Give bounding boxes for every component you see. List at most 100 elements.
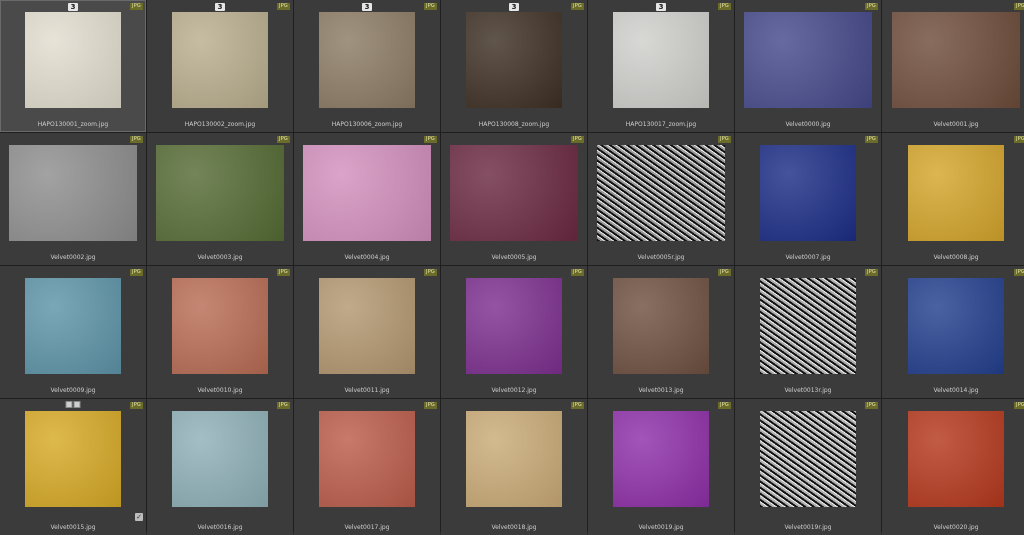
version-count-badge: 3 (215, 3, 225, 11)
filename-label: Velvet0018.jpg (491, 524, 537, 531)
thumbnail-cell[interactable]: JPG Velvet0001.jpg (882, 0, 1024, 132)
thumbnail-cell[interactable]: JPG Velvet0013.jpg (588, 266, 734, 398)
thumbnail-cell[interactable]: JPG Velvet0011.jpg (294, 266, 440, 398)
thumbnail-cell[interactable]: JPG Velvet0019.jpg (588, 399, 734, 535)
filename-label: Velvet0013r.jpg (784, 387, 832, 394)
filename-label: Velvet0013.jpg (638, 387, 684, 394)
file-type-badge: JPG (424, 136, 437, 143)
texture-thumbnail[interactable] (319, 12, 415, 108)
texture-thumbnail[interactable] (25, 12, 121, 108)
filename-label: HAPO130017_zoom.jpg (625, 121, 697, 128)
texture-thumbnail[interactable] (450, 145, 578, 241)
thumbnail-cell[interactable]: JPG Velvet0003.jpg (147, 133, 293, 265)
overlay-icons (65, 401, 81, 408)
file-type-badge: JPG (130, 3, 143, 10)
filename-label: HAPO130006_zoom.jpg (331, 121, 403, 128)
texture-thumbnail[interactable] (466, 278, 562, 374)
thumbnail-cell[interactable]: JPG 3 HAPO130017_zoom.jpg (588, 0, 734, 132)
texture-thumbnail[interactable] (613, 12, 709, 108)
filename-label: Velvet0019.jpg (638, 524, 684, 531)
filename-label: Velvet0016.jpg (197, 524, 243, 531)
filename-label: Velvet0005.jpg (491, 254, 537, 261)
texture-thumbnail[interactable] (25, 411, 121, 507)
thumbnail-cell[interactable]: JPG 3 HAPO130008_zoom.jpg (441, 0, 587, 132)
thumbnail-cell[interactable]: JPG 3 HAPO130001_zoom.jpg (0, 0, 146, 132)
file-type-badge: JPG (1014, 3, 1024, 10)
file-type-badge: JPG (1014, 269, 1024, 276)
file-type-badge: JPG (130, 136, 143, 143)
thumbnail-cell[interactable]: JPG Velvet0008.jpg (882, 133, 1024, 265)
thumbnail-cell[interactable]: JPG 3 HAPO130002_zoom.jpg (147, 0, 293, 132)
version-count-badge: 3 (656, 3, 666, 11)
filename-label: Velvet0004.jpg (344, 254, 390, 261)
filename-label: Velvet0003.jpg (197, 254, 243, 261)
filename-label: Velvet0008.jpg (933, 254, 979, 261)
filename-label: Velvet0010.jpg (197, 387, 243, 394)
version-count-badge: 3 (362, 3, 372, 11)
file-type-badge: JPG (424, 402, 437, 409)
thumbnail-cell[interactable]: JPG Velvet0005.jpg (441, 133, 587, 265)
texture-thumbnail[interactable] (908, 278, 1004, 374)
file-type-badge: JPG (277, 3, 290, 10)
texture-thumbnail[interactable] (597, 145, 725, 241)
file-type-badge: JPG (571, 3, 584, 10)
thumbnail-cell[interactable]: JPG Velvet0010.jpg (147, 266, 293, 398)
version-count-badge: 3 (509, 3, 519, 11)
grid-view-icon[interactable] (65, 401, 73, 408)
thumbnail-cell[interactable]: JPG Velvet0004.jpg (294, 133, 440, 265)
file-type-badge: JPG (277, 136, 290, 143)
filename-label: Velvet0011.jpg (344, 387, 390, 394)
thumbnail-cell[interactable]: JPG Velvet0000.jpg (735, 0, 881, 132)
texture-thumbnail[interactable] (908, 145, 1004, 241)
texture-thumbnail[interactable] (892, 12, 1020, 108)
filename-label: Velvet0005r.jpg (637, 254, 685, 261)
thumbnail-cell[interactable]: JPG Velvet0013r.jpg (735, 266, 881, 398)
file-type-badge: JPG (130, 269, 143, 276)
thumbnail-cell[interactable]: JPG Velvet0007.jpg (735, 133, 881, 265)
texture-thumbnail[interactable] (760, 278, 856, 374)
texture-thumbnail[interactable] (303, 145, 431, 241)
file-type-badge: JPG (1014, 136, 1024, 143)
filename-label: HAPO130008_zoom.jpg (478, 121, 550, 128)
texture-thumbnail[interactable] (172, 278, 268, 374)
texture-thumbnail[interactable] (466, 411, 562, 507)
texture-thumbnail[interactable] (172, 12, 268, 108)
thumbnail-cell[interactable]: JPG Velvet0018.jpg (441, 399, 587, 535)
edit-icon[interactable] (73, 401, 81, 408)
thumbnail-cell[interactable]: JPG Velvet0005r.jpg (588, 133, 734, 265)
file-type-badge: JPG (424, 3, 437, 10)
texture-thumbnail[interactable] (319, 411, 415, 507)
file-type-badge: JPG (1014, 402, 1024, 409)
thumbnail-cell[interactable]: JPG Velvet0020.jpg (882, 399, 1024, 535)
texture-thumbnail[interactable] (466, 12, 562, 108)
thumbnail-cell[interactable]: JPG Velvet0014.jpg (882, 266, 1024, 398)
thumbnail-cell[interactable]: JPG Velvet0009.jpg (0, 266, 146, 398)
file-type-badge: JPG (718, 269, 731, 276)
thumbnail-cell[interactable]: JPG Velvet0002.jpg (0, 133, 146, 265)
texture-thumbnail[interactable] (172, 411, 268, 507)
thumbnail-cell[interactable]: JPG Velvet0019r.jpg (735, 399, 881, 535)
filename-label: Velvet0017.jpg (344, 524, 390, 531)
thumbnail-cell[interactable]: JPG Velvet0017.jpg (294, 399, 440, 535)
texture-thumbnail[interactable] (319, 278, 415, 374)
texture-thumbnail[interactable] (9, 145, 137, 241)
thumbnail-cell[interactable]: JPG Velvet0012.jpg (441, 266, 587, 398)
texture-thumbnail[interactable] (760, 411, 856, 507)
thumbnail-cell[interactable]: JPG ✓ Velvet0015.jpg (0, 399, 146, 535)
texture-thumbnail[interactable] (744, 12, 872, 108)
filename-label: Velvet0000.jpg (785, 121, 831, 128)
thumbnail-cell[interactable]: JPG Velvet0016.jpg (147, 399, 293, 535)
texture-thumbnail[interactable] (156, 145, 284, 241)
file-type-badge: JPG (865, 3, 878, 10)
texture-thumbnail[interactable] (25, 278, 121, 374)
texture-thumbnail[interactable] (908, 411, 1004, 507)
file-type-badge: JPG (865, 402, 878, 409)
file-type-badge: JPG (130, 402, 143, 409)
texture-thumbnail[interactable] (613, 411, 709, 507)
thumbnail-cell[interactable]: JPG 3 HAPO130006_zoom.jpg (294, 0, 440, 132)
texture-thumbnail[interactable] (613, 278, 709, 374)
version-count-badge: 3 (68, 3, 78, 11)
file-type-badge: JPG (865, 269, 878, 276)
texture-thumbnail[interactable] (760, 145, 856, 241)
checkbox-icon[interactable]: ✓ (135, 513, 143, 521)
